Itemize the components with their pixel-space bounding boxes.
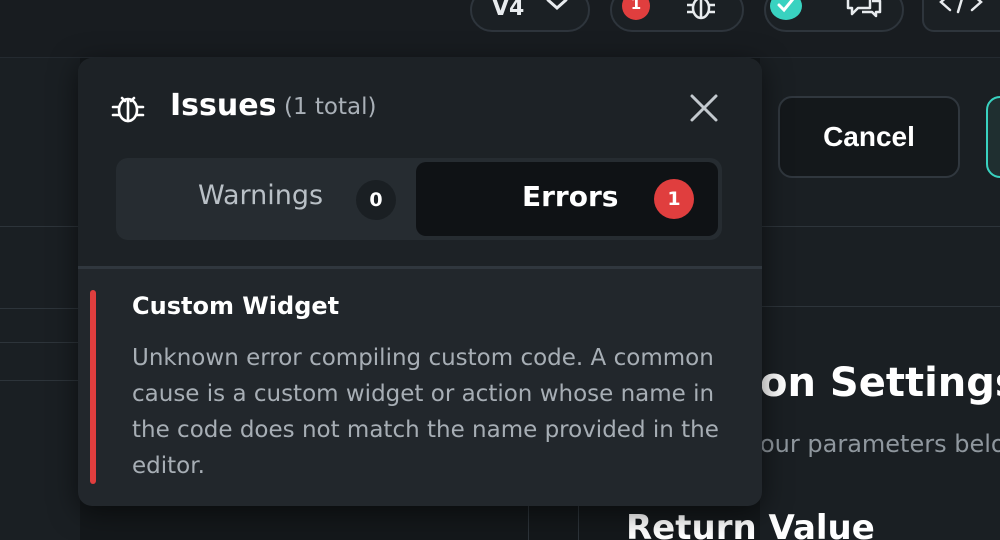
chat-icon (846, 0, 882, 18)
chevron-down-icon (546, 0, 568, 11)
top-bar: V4 1 (0, 0, 1000, 58)
issues-title: Issues (170, 88, 277, 123)
error-severity-bar (90, 290, 96, 484)
left-panel (0, 58, 80, 540)
divider (578, 500, 579, 540)
issues-total-count: (1 total) (284, 94, 377, 120)
tab-errors-label: Errors (522, 180, 619, 213)
issue-message: Unknown error compiling custom code. A c… (132, 345, 719, 479)
errors-count-badge: 1 (654, 179, 694, 219)
divider (0, 308, 80, 309)
warnings-count-badge: 0 (356, 180, 396, 220)
issues-count-badge: 1 (622, 0, 650, 20)
tab-warnings-label: Warnings (198, 180, 324, 211)
code-view-button[interactable] (922, 0, 1000, 32)
version-selector[interactable]: V4 (470, 0, 590, 32)
issues-tab-switcher: Warnings 0 Errors 1 (116, 158, 722, 240)
issues-button[interactable]: 1 (610, 0, 744, 32)
divider (0, 342, 80, 343)
tab-errors[interactable]: Errors 1 (416, 162, 718, 236)
divider (760, 226, 1000, 227)
return-value-heading: Return Value (626, 508, 875, 540)
divider (760, 306, 1000, 307)
divider (0, 380, 80, 381)
issues-header: Issues (1 total) Warnings 0 Errors 1 (78, 58, 762, 268)
settings-subtitle: our parameters belo (760, 430, 1000, 458)
divider (78, 266, 762, 269)
settings-heading: on Settings (760, 360, 1000, 406)
bug-icon (687, 0, 715, 20)
status-button[interactable] (764, 0, 904, 32)
bug-icon (111, 96, 145, 123)
issue-item[interactable]: Custom Widget Unknown error compiling cu… (78, 284, 762, 484)
divider (0, 226, 80, 227)
app-page: V4 1 Cancel on Settings our parameters b… (0, 0, 1000, 540)
divider (528, 500, 529, 540)
code-icon (939, 0, 983, 14)
status-check-badge (770, 0, 802, 20)
issues-popover: Issues (1 total) Warnings 0 Errors 1 Cus… (78, 58, 762, 506)
version-label: V4 (492, 0, 525, 21)
check-icon (777, 0, 795, 13)
issue-title: Custom Widget (132, 292, 340, 320)
close-icon[interactable] (688, 92, 720, 124)
cancel-button[interactable]: Cancel (778, 96, 960, 178)
confirm-button[interactable] (986, 96, 1000, 178)
tab-warnings[interactable]: Warnings 0 (116, 158, 414, 240)
